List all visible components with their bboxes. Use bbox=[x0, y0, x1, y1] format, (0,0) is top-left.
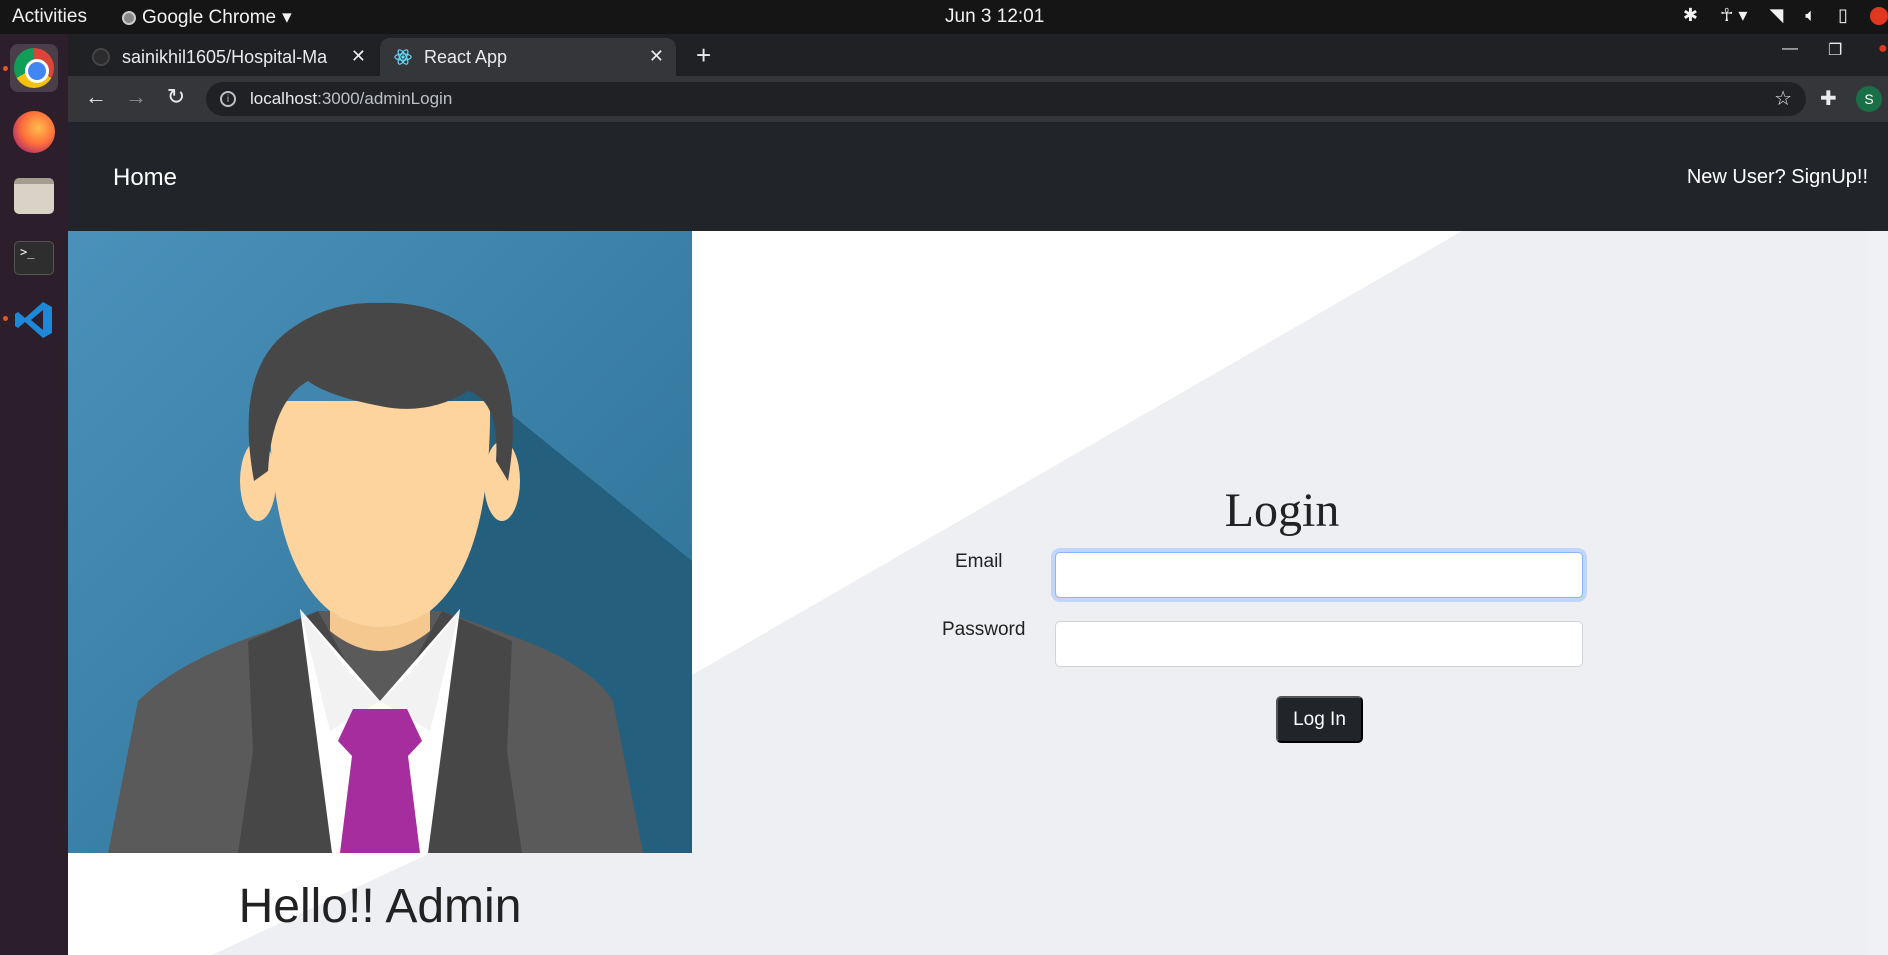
activities-button[interactable]: Activities bbox=[12, 6, 87, 28]
app-menu[interactable]: Google Chrome ▾ bbox=[122, 6, 292, 29]
wifi-icon: ◥ bbox=[1769, 5, 1784, 25]
site-navbar: Home New User? SignUp!! bbox=[68, 122, 1888, 231]
forward-arrow-icon[interactable]: → bbox=[122, 84, 150, 110]
close-window-icon[interactable]: ● bbox=[1878, 40, 1888, 58]
back-arrow-icon[interactable]: ← bbox=[82, 84, 110, 110]
dock-files[interactable] bbox=[10, 172, 58, 220]
battery-icon: ▯ bbox=[1838, 5, 1848, 25]
tab-react-app[interactable]: React App ✕ bbox=[380, 38, 676, 76]
react-icon bbox=[394, 49, 412, 65]
notification-badge-icon[interactable] bbox=[1870, 6, 1888, 25]
clock[interactable]: Jun 3 12:01 bbox=[945, 6, 1044, 28]
files-icon bbox=[14, 178, 54, 214]
site-info-icon[interactable]: i bbox=[220, 91, 236, 107]
restore-icon[interactable]: ❐ bbox=[1828, 40, 1842, 60]
email-label: Email bbox=[955, 551, 1003, 572]
greeting-heading: Hello!! Admin bbox=[238, 880, 522, 933]
tab-strip: sainikhil1605/Hospital-Ma ✕ React App ✕ … bbox=[68, 34, 1888, 76]
chrome-icon bbox=[14, 48, 54, 88]
close-tab-icon[interactable]: ✕ bbox=[351, 46, 366, 67]
password-field[interactable] bbox=[1055, 621, 1583, 667]
dock-firefox[interactable] bbox=[10, 108, 58, 156]
slack-icon[interactable]: ✱ bbox=[1683, 5, 1698, 26]
dock-terminal[interactable]: >_ bbox=[10, 234, 58, 282]
app-menu-label: Google Chrome bbox=[142, 6, 277, 28]
github-icon bbox=[92, 48, 110, 66]
login-button[interactable]: Log In bbox=[1276, 696, 1363, 743]
terminal-icon: >_ bbox=[14, 241, 54, 275]
signup-link[interactable]: New User? SignUp!! bbox=[1687, 166, 1868, 189]
panel-edge bbox=[1868, 231, 1888, 955]
reload-icon[interactable]: ↻ bbox=[162, 84, 190, 110]
login-panel: Login Email Password Log In bbox=[692, 231, 1888, 955]
chrome-app-icon bbox=[122, 10, 136, 25]
admin-avatar-illustration bbox=[68, 231, 692, 853]
dock-chrome[interactable] bbox=[10, 44, 58, 92]
home-link[interactable]: Home bbox=[113, 164, 177, 192]
tab-title: React App bbox=[424, 46, 508, 67]
browser-toolbar: ← → ↻ i localhost :3000/adminLogin ☆ ✚ S bbox=[68, 76, 1888, 122]
dock-vscode[interactable] bbox=[10, 296, 58, 344]
password-label: Password bbox=[942, 619, 1026, 640]
vscode-icon bbox=[15, 302, 52, 338]
tab-github[interactable]: sainikhil1605/Hospital-Ma ✕ bbox=[78, 38, 378, 76]
dock: >_ bbox=[0, 34, 68, 955]
volume-icon: 🔈︎ bbox=[1805, 5, 1817, 25]
address-bar[interactable]: i localhost :3000/adminLogin ☆ bbox=[206, 82, 1806, 116]
running-indicator bbox=[3, 316, 8, 321]
login-heading: Login bbox=[1224, 484, 1340, 537]
tab-title: sainikhil1605/Hospital-Ma bbox=[122, 46, 328, 67]
extensions-puzzle-icon[interactable]: ✚ bbox=[1820, 86, 1837, 111]
profile-avatar[interactable]: S bbox=[1856, 86, 1882, 112]
bookmark-star-icon[interactable]: ☆ bbox=[1774, 86, 1792, 111]
running-indicator bbox=[3, 66, 8, 71]
accessibility-icon[interactable]: ☥ ▾ bbox=[1720, 5, 1747, 26]
new-tab-plus-icon[interactable]: + bbox=[696, 40, 711, 71]
url-path: :3000/adminLogin bbox=[317, 89, 453, 108]
chevron-down-icon: ▾ bbox=[282, 7, 292, 28]
system-tray[interactable]: ✱ ☥ ▾ ◥ 🔈︎ ▯ bbox=[1683, 5, 1888, 26]
firefox-icon bbox=[13, 111, 55, 153]
minimize-icon[interactable]: — bbox=[1782, 40, 1798, 58]
os-top-bar: Activities Google Chrome ▾ Jun 3 12:01 ✱… bbox=[0, 0, 1888, 34]
close-tab-icon[interactable]: ✕ bbox=[649, 46, 664, 67]
url-host: localhost bbox=[250, 89, 318, 108]
greeting-panel: Hello!! Admin bbox=[68, 853, 692, 955]
web-page: Home New User? SignUp!! Hello!! Admin Lo… bbox=[68, 122, 1888, 955]
admin-card: Hello!! Admin bbox=[68, 231, 692, 955]
email-field[interactable] bbox=[1055, 552, 1583, 598]
